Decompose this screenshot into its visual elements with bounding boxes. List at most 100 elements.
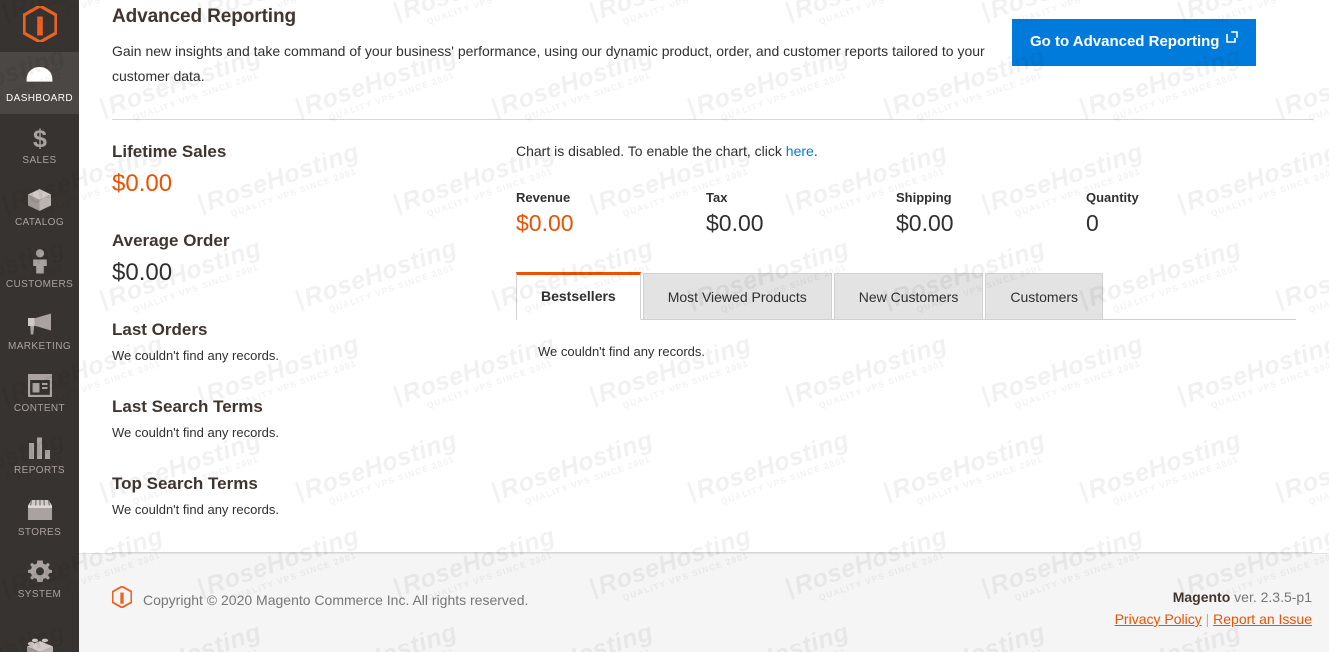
- chart-disabled-message: Chart is disabled. To enable the chart, …: [516, 141, 1296, 161]
- chart-disabled-prefix: Chart is disabled. To enable the chart, …: [516, 143, 786, 159]
- stat-shipping: Shipping $0.00: [896, 189, 1086, 238]
- tab-label: Customers: [1010, 289, 1079, 305]
- sidebar-item-label: CATALOG: [14, 216, 65, 228]
- last-orders-title: Last Orders: [112, 320, 208, 339]
- svg-text:$: $: [33, 125, 47, 151]
- main-area: Advanced Reporting Gain new insights and…: [79, 0, 1329, 652]
- sidebar-item-marketing[interactable]: MARKETING: [0, 300, 79, 362]
- version-product-name: Magento: [1172, 589, 1231, 605]
- sidebar-item-label: MARKETING: [7, 340, 72, 352]
- sidebar-item-catalog[interactable]: CATALOG: [0, 176, 79, 238]
- stat-label: Shipping: [896, 190, 952, 205]
- dashboard-left-column: Lifetime Sales $0.00 Average Order $0.00…: [112, 141, 516, 520]
- external-link-icon: [1226, 30, 1239, 48]
- tab-panel-bestsellers: We couldn't find any records.: [516, 320, 1296, 362]
- person-icon: [31, 249, 49, 275]
- sidebar-item-label: STORES: [17, 526, 62, 538]
- lifetime-sales-block: Lifetime Sales $0.00: [112, 141, 496, 200]
- megaphone-icon: [26, 311, 53, 337]
- sidebar-item-label: CUSTOMERS: [5, 278, 74, 290]
- tab-label: Most Viewed Products: [667, 289, 807, 305]
- sidebar-item-label: REPORTS: [14, 464, 65, 476]
- advanced-reporting-action: Go to Advanced Reporting: [1012, 4, 1269, 66]
- stat-value: $0.00: [896, 210, 954, 236]
- magento-logo-icon: [111, 585, 133, 613]
- dashboard-gauge-icon: [26, 63, 53, 89]
- footer-copyright-area: Copyright © 2020 Magento Commerce Inc. A…: [111, 585, 529, 613]
- sidebar-item-label: DASHBOARD: [6, 92, 73, 104]
- last-orders-empty: We couldn't find any records.: [112, 348, 279, 363]
- stat-label: Quantity: [1086, 190, 1139, 205]
- advanced-reporting-description: Gain new insights and take command of yo…: [112, 43, 985, 84]
- average-order-value: $0.00: [112, 259, 173, 286]
- page-title: Advanced Reporting: [112, 6, 296, 27]
- sidebar-item-sales[interactable]: $ SALES: [0, 114, 79, 176]
- tab-label: New Customers: [858, 289, 959, 305]
- magento-logo-icon: [21, 3, 58, 47]
- average-order-block: Average Order $0.00: [112, 230, 496, 289]
- version-line: Magento ver. 2.3.5-p1: [1115, 586, 1312, 608]
- advanced-reporting-banner: Advanced Reporting Gain new insights and…: [112, 0, 1313, 89]
- last-orders-block: Last Orders We couldn't find any records…: [112, 319, 496, 366]
- sidebar-item-label: SYSTEM: [17, 588, 62, 600]
- sidebar-item-customers[interactable]: CUSTOMERS: [0, 238, 79, 300]
- stat-value: $0.00: [706, 210, 764, 236]
- lifetime-sales-title: Lifetime Sales: [112, 142, 227, 161]
- box-icon: [27, 187, 52, 213]
- stat-label: Tax: [706, 190, 728, 205]
- dashboard-tabs: Bestsellers Most Viewed Products New Cus…: [516, 272, 1296, 362]
- enable-chart-link[interactable]: here: [786, 143, 814, 159]
- sidebar-item-label: SALES: [22, 154, 57, 166]
- sidebar-item-find-partners-extensions[interactable]: [0, 618, 79, 652]
- tab-customers[interactable]: Customers: [985, 273, 1104, 320]
- magento-admin-dashboard: DASHBOARD $ SALES CATALOG CUSTOMERS MARK…: [0, 0, 1329, 652]
- top-search-terms-title: Top Search Terms: [112, 474, 258, 493]
- stat-value: 0: [1086, 210, 1099, 236]
- tab-bestsellers[interactable]: Bestsellers: [516, 272, 641, 320]
- copyright-text: Copyright © 2020 Magento Commerce Inc. A…: [143, 591, 529, 608]
- page-footer: Copyright © 2020 Magento Commerce Inc. A…: [79, 553, 1329, 652]
- content-bottom-divider: [112, 552, 1312, 553]
- magento-brand-logo[interactable]: [0, 0, 79, 52]
- lego-brick-icon: [26, 635, 54, 652]
- last-search-terms-empty: We couldn't find any records.: [112, 425, 279, 440]
- storefront-icon: [27, 497, 53, 523]
- bar-chart-icon: [28, 435, 51, 461]
- sidebar-item-stores[interactable]: STORES: [0, 486, 79, 548]
- tab-list: Bestsellers Most Viewed Products New Cus…: [516, 272, 1296, 320]
- stat-quantity: Quantity 0: [1086, 189, 1139, 238]
- dollar-sign-icon: $: [30, 125, 50, 151]
- tab-new-customers[interactable]: New Customers: [833, 273, 984, 320]
- sidebar-item-label: CONTENT: [13, 402, 66, 414]
- admin-sidebar: DASHBOARD $ SALES CATALOG CUSTOMERS MARK…: [0, 0, 79, 652]
- last-search-terms-block: Last Search Terms We couldn't find any r…: [112, 396, 496, 443]
- gear-icon: [27, 559, 52, 585]
- sidebar-item-dashboard[interactable]: DASHBOARD: [0, 52, 79, 114]
- tab-most-viewed-products[interactable]: Most Viewed Products: [642, 273, 832, 320]
- sidebar-item-content[interactable]: CONTENT: [0, 362, 79, 424]
- sales-stats-row: Revenue $0.00 Tax $0.00 Shipping $0.00 Q…: [516, 189, 1296, 238]
- stat-value: $0.00: [516, 210, 574, 236]
- advanced-reporting-text: Advanced Reporting Gain new insights and…: [112, 4, 1012, 89]
- lifetime-sales-value: $0.00: [112, 170, 173, 197]
- footer-version-area: Magento ver. 2.3.5-p1 Privacy Policy | R…: [1115, 586, 1312, 630]
- stat-revenue: Revenue $0.00: [516, 189, 706, 238]
- privacy-policy-link[interactable]: Privacy Policy: [1115, 611, 1202, 627]
- sidebar-item-reports[interactable]: REPORTS: [0, 424, 79, 486]
- tab-panel-empty-message: We couldn't find any records.: [538, 344, 705, 359]
- dashboard-columns: Lifetime Sales $0.00 Average Order $0.00…: [112, 120, 1313, 520]
- last-search-terms-title: Last Search Terms: [112, 397, 263, 416]
- top-search-terms-empty: We couldn't find any records.: [112, 502, 279, 517]
- dashboard-right-column: Chart is disabled. To enable the chart, …: [516, 141, 1313, 520]
- version-number: ver. 2.3.5-p1: [1230, 589, 1312, 605]
- report-an-issue-link[interactable]: Report an Issue: [1213, 611, 1312, 627]
- go-to-advanced-reporting-label: Go to Advanced Reporting: [1030, 33, 1220, 50]
- tab-label: Bestsellers: [541, 288, 616, 304]
- stat-label: Revenue: [516, 190, 571, 205]
- dashboard-content: Advanced Reporting Gain new insights and…: [79, 0, 1329, 553]
- layout-panel-icon: [27, 373, 52, 399]
- footer-links: Privacy Policy | Report an Issue: [1115, 608, 1312, 630]
- sidebar-item-system[interactable]: SYSTEM: [0, 548, 79, 610]
- average-order-title: Average Order: [112, 231, 230, 250]
- go-to-advanced-reporting-button[interactable]: Go to Advanced Reporting: [1012, 19, 1257, 66]
